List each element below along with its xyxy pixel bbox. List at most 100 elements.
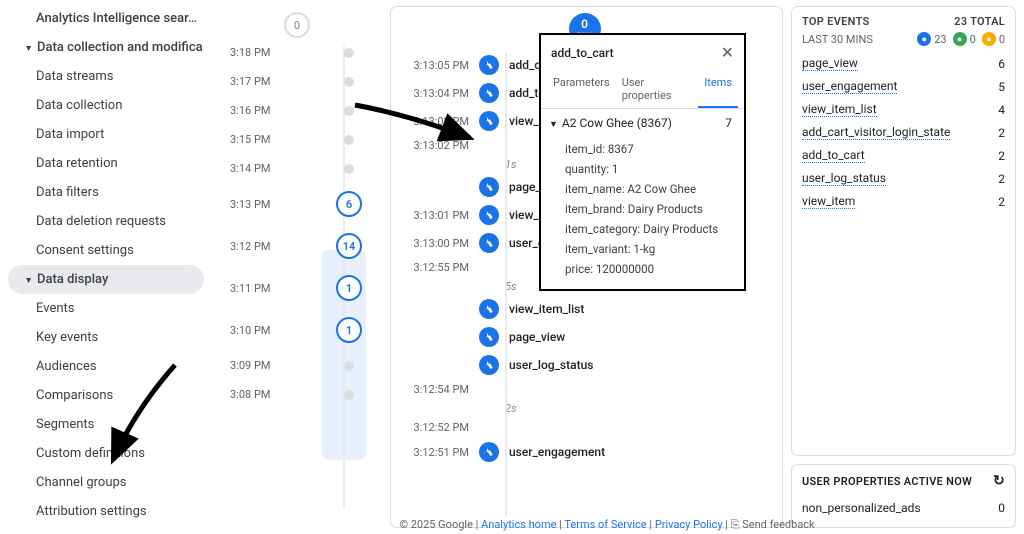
sidebar-item-data-retention[interactable]: Data retention bbox=[8, 149, 204, 178]
minute-dot bbox=[344, 77, 354, 87]
event-time: 3:12:54 PM bbox=[405, 383, 469, 396]
sidebar: Analytics Intelligence sear… Data collec… bbox=[0, 0, 210, 534]
sidebar-section-data-display[interactable]: Data display bbox=[8, 265, 204, 294]
footer-link-terms[interactable]: Terms of Service bbox=[564, 518, 646, 531]
event-row[interactable]: page_view bbox=[397, 323, 772, 351]
top-events-title: TOP EVENTS bbox=[802, 15, 870, 28]
top-event-row[interactable]: add_cart_visitor_login_state 2 bbox=[792, 121, 1015, 144]
top-event-value: 2 bbox=[998, 126, 1005, 140]
minute-row[interactable]: 3:09 PM bbox=[216, 351, 378, 380]
person-icon: ● bbox=[917, 32, 931, 46]
minute-time: 3:13 PM bbox=[230, 198, 280, 211]
top-event-value: 4 bbox=[998, 103, 1005, 117]
event-time: 3:13:03 PM bbox=[405, 115, 469, 128]
popover-tab-user-properties[interactable]: User properties bbox=[616, 70, 699, 108]
event-time: 3:13:04 PM bbox=[405, 87, 469, 100]
top-event-row[interactable]: user_log_status 2 bbox=[792, 167, 1015, 190]
event-label[interactable]: user_engagement bbox=[509, 445, 605, 459]
event-delay: 2s bbox=[397, 402, 772, 415]
error-icon: ● bbox=[982, 32, 996, 46]
event-label[interactable]: user_log_status bbox=[509, 358, 593, 372]
sidebar-section-data-collection[interactable]: Data collection and modifica… bbox=[8, 33, 204, 62]
top-event-value: 6 bbox=[998, 57, 1005, 71]
event-time: 3:12:51 PM bbox=[405, 446, 469, 459]
sidebar-item-audiences[interactable]: Audiences bbox=[8, 352, 204, 381]
conversion-icon: ● bbox=[953, 32, 967, 46]
minute-row[interactable]: 3:10 PM1 bbox=[216, 309, 378, 351]
top-event-name[interactable]: page_view bbox=[802, 56, 858, 71]
event-icon bbox=[479, 111, 499, 131]
sidebar-item-events[interactable]: Events bbox=[8, 294, 204, 323]
minute-row[interactable]: 3:18 PM bbox=[216, 38, 378, 67]
event-row[interactable]: view_item_list bbox=[397, 295, 772, 323]
event-icon bbox=[479, 83, 499, 103]
footer-link-analytics-home[interactable]: Analytics home bbox=[481, 518, 556, 531]
top-event-row[interactable]: add_to_cart2 bbox=[792, 144, 1015, 167]
sidebar-item-comparisons[interactable]: Comparisons bbox=[8, 381, 204, 410]
minute-time: 3:14 PM bbox=[230, 162, 280, 175]
sidebar-item-data-streams[interactable]: Data streams bbox=[8, 62, 204, 91]
footer-send-feedback[interactable]: Send feedback bbox=[742, 518, 814, 531]
minute-row[interactable]: 3:11 PM1 bbox=[216, 267, 378, 309]
sidebar-item-data-import[interactable]: Data import bbox=[8, 120, 204, 149]
top-event-name[interactable]: view_item_list bbox=[802, 102, 877, 117]
popover-tab-parameters[interactable]: Parameters bbox=[547, 70, 616, 108]
top-event-row[interactable]: user_engagement 5 bbox=[792, 75, 1015, 98]
event-label[interactable]: view_item_list bbox=[509, 302, 584, 316]
top-event-name[interactable]: view_item bbox=[802, 194, 855, 209]
sidebar-item-data-collection[interactable]: Data collection bbox=[8, 91, 204, 120]
top-event-row[interactable]: view_item_list 4 bbox=[792, 98, 1015, 121]
top-event-name[interactable]: user_engagement bbox=[802, 79, 897, 94]
top-event-name[interactable]: add_cart_visitor_login_state bbox=[802, 125, 950, 140]
sidebar-item-custom-definitions[interactable]: Custom definitions bbox=[8, 439, 204, 468]
top-event-value: 5 bbox=[998, 80, 1005, 94]
popover-title: add_to_cart bbox=[551, 46, 614, 60]
event-icon bbox=[479, 233, 499, 253]
footer-link-privacy[interactable]: Privacy Policy bbox=[655, 518, 723, 531]
sidebar-item-channel-groups[interactable]: Channel groups bbox=[8, 468, 204, 497]
popover-prop-item_id: item_id: 8367 bbox=[565, 139, 732, 159]
minute-row[interactable]: 3:08 PM bbox=[216, 380, 378, 409]
event-time: 3:12:52 PM bbox=[405, 421, 469, 434]
page-footer: © 2025 Google | Analytics home | Terms o… bbox=[200, 518, 1014, 532]
event-detail-popover: add_to_cart ✕ ParametersUser propertiesI… bbox=[539, 33, 746, 291]
popover-item-header[interactable]: ▼A2 Cow Ghee (8367) 7 bbox=[541, 109, 744, 137]
close-icon[interactable]: ✕ bbox=[721, 43, 734, 62]
minute-row[interactable]: 3:12 PM14 bbox=[216, 225, 378, 267]
user-prop-row[interactable]: non_personalized_ads0 bbox=[802, 497, 1005, 519]
sidebar-item-analytics-intelligence[interactable]: Analytics Intelligence sear… bbox=[8, 4, 204, 33]
event-icon bbox=[479, 442, 499, 462]
history-icon[interactable]: ↻ bbox=[993, 473, 1005, 489]
sidebar-item-segments[interactable]: Segments bbox=[8, 410, 204, 439]
event-label[interactable]: page_view bbox=[509, 330, 565, 344]
minute-row[interactable]: 3:15 PM bbox=[216, 125, 378, 154]
sidebar-item-consent-settings[interactable]: Consent settings bbox=[8, 236, 204, 265]
event-row[interactable]: 3:12:51 PM user_engagement bbox=[397, 438, 772, 466]
user-properties-title: USER PROPERTIES ACTIVE NOW bbox=[802, 475, 972, 488]
event-time: 3:12:55 PM bbox=[405, 261, 469, 274]
minute-row[interactable]: 3:14 PM bbox=[216, 154, 378, 183]
top-event-value: 2 bbox=[998, 195, 1005, 209]
minute-row[interactable]: 3:16 PM bbox=[216, 96, 378, 125]
popover-tab-items[interactable]: Items bbox=[698, 70, 738, 108]
popover-prop-item_variant: item_variant: 1-kg bbox=[565, 239, 732, 259]
event-time: 3:13:05 PM bbox=[405, 59, 469, 72]
sidebar-item-data-filters[interactable]: Data filters bbox=[8, 178, 204, 207]
top-event-name[interactable]: user_log_status bbox=[802, 171, 886, 186]
minute-time: 3:12 PM bbox=[230, 240, 280, 253]
sidebar-item-attribution-settings[interactable]: Attribution settings bbox=[8, 497, 204, 526]
event-icon bbox=[479, 55, 499, 75]
minutes-head-badge: 0 bbox=[284, 12, 310, 38]
minute-row[interactable]: 3:17 PM bbox=[216, 67, 378, 96]
top-event-name[interactable]: add_to_cart bbox=[802, 148, 865, 163]
top-event-value: 2 bbox=[998, 172, 1005, 186]
top-event-row[interactable]: page_view 6 bbox=[792, 52, 1015, 75]
minute-dot bbox=[344, 48, 354, 58]
event-row[interactable]: user_log_status bbox=[397, 351, 772, 379]
minute-badge: 6 bbox=[336, 191, 362, 217]
sidebar-item-reporting-identity[interactable]: Reporting identity bbox=[8, 526, 204, 534]
sidebar-item-key-events[interactable]: Key events bbox=[8, 323, 204, 352]
minute-row[interactable]: 3:13 PM 6 bbox=[216, 183, 378, 225]
top-event-row[interactable]: view_item 2 bbox=[792, 190, 1015, 213]
sidebar-item-data-deletion-requests[interactable]: Data deletion requests bbox=[8, 207, 204, 236]
